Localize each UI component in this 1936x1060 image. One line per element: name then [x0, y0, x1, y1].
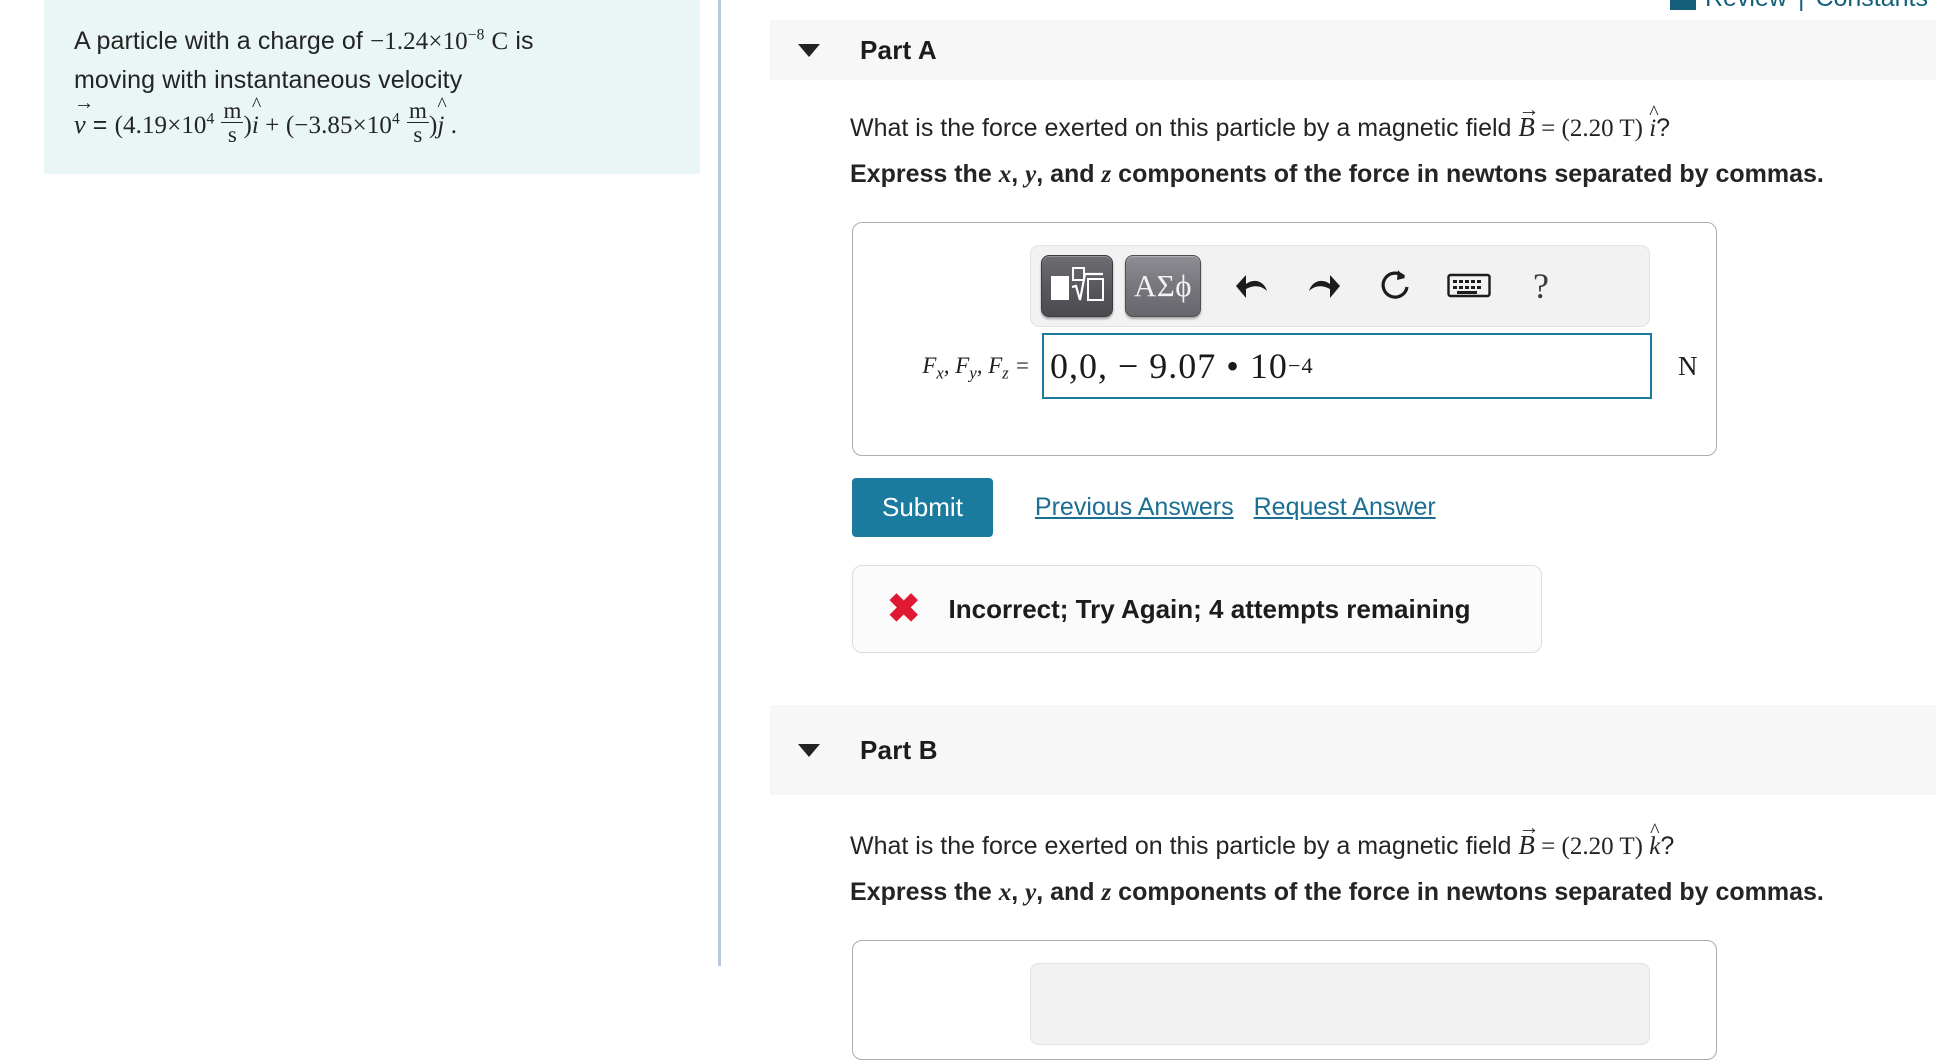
assignment-pane: Review | Constants Part A What is the fo…: [721, 0, 1936, 1060]
problem-period: .: [444, 111, 458, 139]
keyboard-icon: [1447, 273, 1491, 298]
reset-circular-arrow-icon: [1381, 270, 1409, 299]
charge-unit: C: [491, 28, 509, 55]
previous-answers-link[interactable]: Previous Answers: [1035, 493, 1234, 522]
velocity-term1-close: ): [243, 111, 252, 139]
var-z-b: z: [1101, 879, 1112, 906]
unit-vector-j: ^ j: [437, 93, 447, 139]
velocity-plus: +: [258, 111, 286, 139]
magnetic-field-vector-b: → B: [1518, 814, 1540, 860]
part-a-unit-label: N: [1678, 350, 1698, 381]
part-a-instruction-prefix: Express the: [850, 160, 999, 188]
velocity-vector-symbol: → v: [74, 92, 95, 139]
var-y-b: y: [1025, 879, 1037, 906]
part-b-header[interactable]: Part B: [770, 705, 1936, 795]
part-a-title: Part A: [860, 34, 937, 65]
undo-icon: [1236, 275, 1267, 298]
charge-exponent: −8: [467, 26, 485, 44]
var-z-a: z: [1101, 161, 1112, 188]
help-button[interactable]: ?: [1511, 257, 1571, 315]
problem-line1-suffix: is: [508, 27, 534, 55]
collapse-caret-icon[interactable]: [798, 43, 820, 57]
submit-button[interactable]: Submit: [852, 478, 993, 537]
review-separator: |: [1798, 0, 1805, 13]
var-x-a: x: [998, 161, 1012, 188]
velocity-unit-fraction-2: ms: [406, 98, 429, 148]
part-b-question-suffix: ?: [1660, 832, 1675, 860]
charge-value: −1.24×10: [370, 28, 468, 55]
part-b-question-prefix: What is the force exerted on this partic…: [850, 832, 1519, 860]
part-a-answer-label: Fx, Fy, Fz =: [922, 353, 1030, 383]
bookmark-icon: [1669, 0, 1696, 10]
part-a-answer-input[interactable]: 0,0, − 9.07 • 10 −4: [1042, 333, 1652, 399]
part-a-instruction-suffix: components of the force in newtons separ…: [1111, 160, 1824, 188]
unit-vector-k-b: ^ k: [1649, 820, 1661, 860]
review-constants-bar: Review | Constants: [1669, 0, 1928, 13]
part-a-answer-panel: ΑΣϕ ? Fx, Fy, Fz = 0,0, − 9.07 • 10 −4 N: [852, 222, 1717, 456]
part-b-instruction-prefix: Express the: [850, 878, 999, 906]
problem-statement-text: A particle with a charge of −1.24×10−8 C…: [74, 22, 670, 148]
constants-link[interactable]: Constants: [1815, 0, 1928, 13]
part-b-question: What is the force exerted on this partic…: [850, 814, 1675, 861]
unit-vector-i-a: ^ i: [1649, 102, 1659, 142]
part-b-title: Part B: [860, 734, 938, 765]
part-b-math-toolbar: [1030, 963, 1650, 1045]
part-a-header[interactable]: Part A: [770, 20, 1936, 80]
reset-button[interactable]: [1365, 257, 1425, 315]
greek-symbols-button[interactable]: ΑΣϕ: [1125, 255, 1201, 317]
redo-button[interactable]: [1293, 257, 1353, 315]
incorrect-feedback-box: ✖ Incorrect; Try Again; 4 attempts remai…: [852, 565, 1542, 653]
velocity-term2: (−3.85×10: [285, 111, 393, 139]
part-b-instruction: Express the x, y, and z components of th…: [850, 878, 1824, 906]
var-y-a: y: [1025, 161, 1037, 188]
part-b-question-mid: = (2.20 T): [1534, 833, 1650, 860]
problem-line1-prefix: A particle with a charge of: [74, 27, 371, 55]
unit-vector-i: ^ i: [251, 93, 262, 139]
part-b-instruction-suffix: components of the force in newtons separ…: [1111, 878, 1824, 906]
problem-line2: moving with instantaneous velocity: [74, 66, 463, 94]
velocity-unit-fraction-1: ms: [221, 98, 244, 148]
velocity-term1-exp: 4: [206, 110, 215, 128]
part-b-answer-panel: [852, 940, 1717, 1060]
part-a-question-prefix: What is the force exerted on this partic…: [850, 114, 1519, 142]
math-template-button[interactable]: [1041, 255, 1113, 317]
problem-statement-box: A particle with a charge of −1.24×10−8 C…: [44, 0, 700, 174]
redo-icon: [1309, 275, 1340, 298]
problem-pane: A particle with a charge of −1.24×10−8 C…: [0, 0, 718, 966]
keyboard-button[interactable]: [1439, 257, 1499, 315]
part-a-math-toolbar: ΑΣϕ ?: [1030, 245, 1650, 327]
velocity-term1: (4.19×10: [114, 111, 207, 139]
part-a-question-mid: = (2.20 T): [1534, 115, 1650, 142]
collapse-caret-icon[interactable]: [798, 743, 820, 757]
review-link[interactable]: Review: [1705, 0, 1787, 13]
part-a-answer-value: 0,0, − 9.07 • 10: [1050, 346, 1288, 386]
velocity-term2-exp: 4: [392, 110, 400, 128]
request-answer-link[interactable]: Request Answer: [1254, 493, 1436, 522]
part-a-instruction: Express the x, y, and z components of th…: [850, 160, 1824, 188]
var-x-b: x: [998, 879, 1012, 906]
undo-button[interactable]: [1223, 257, 1283, 315]
part-a-action-row: Submit Previous Answers Request Answer: [852, 478, 1436, 537]
incorrect-x-icon: ✖: [887, 587, 921, 631]
velocity-equals: =: [85, 110, 115, 139]
nth-root-icon: [1051, 267, 1104, 301]
part-a-answer-row: Fx, Fy, Fz = 0,0, − 9.07 • 10 −4 N: [853, 333, 1718, 399]
magnetic-field-vector-a: → B: [1518, 96, 1540, 142]
feedback-message: Incorrect; Try Again; 4 attempts remaini…: [948, 593, 1471, 624]
part-a-question: What is the force exerted on this partic…: [850, 96, 1670, 143]
